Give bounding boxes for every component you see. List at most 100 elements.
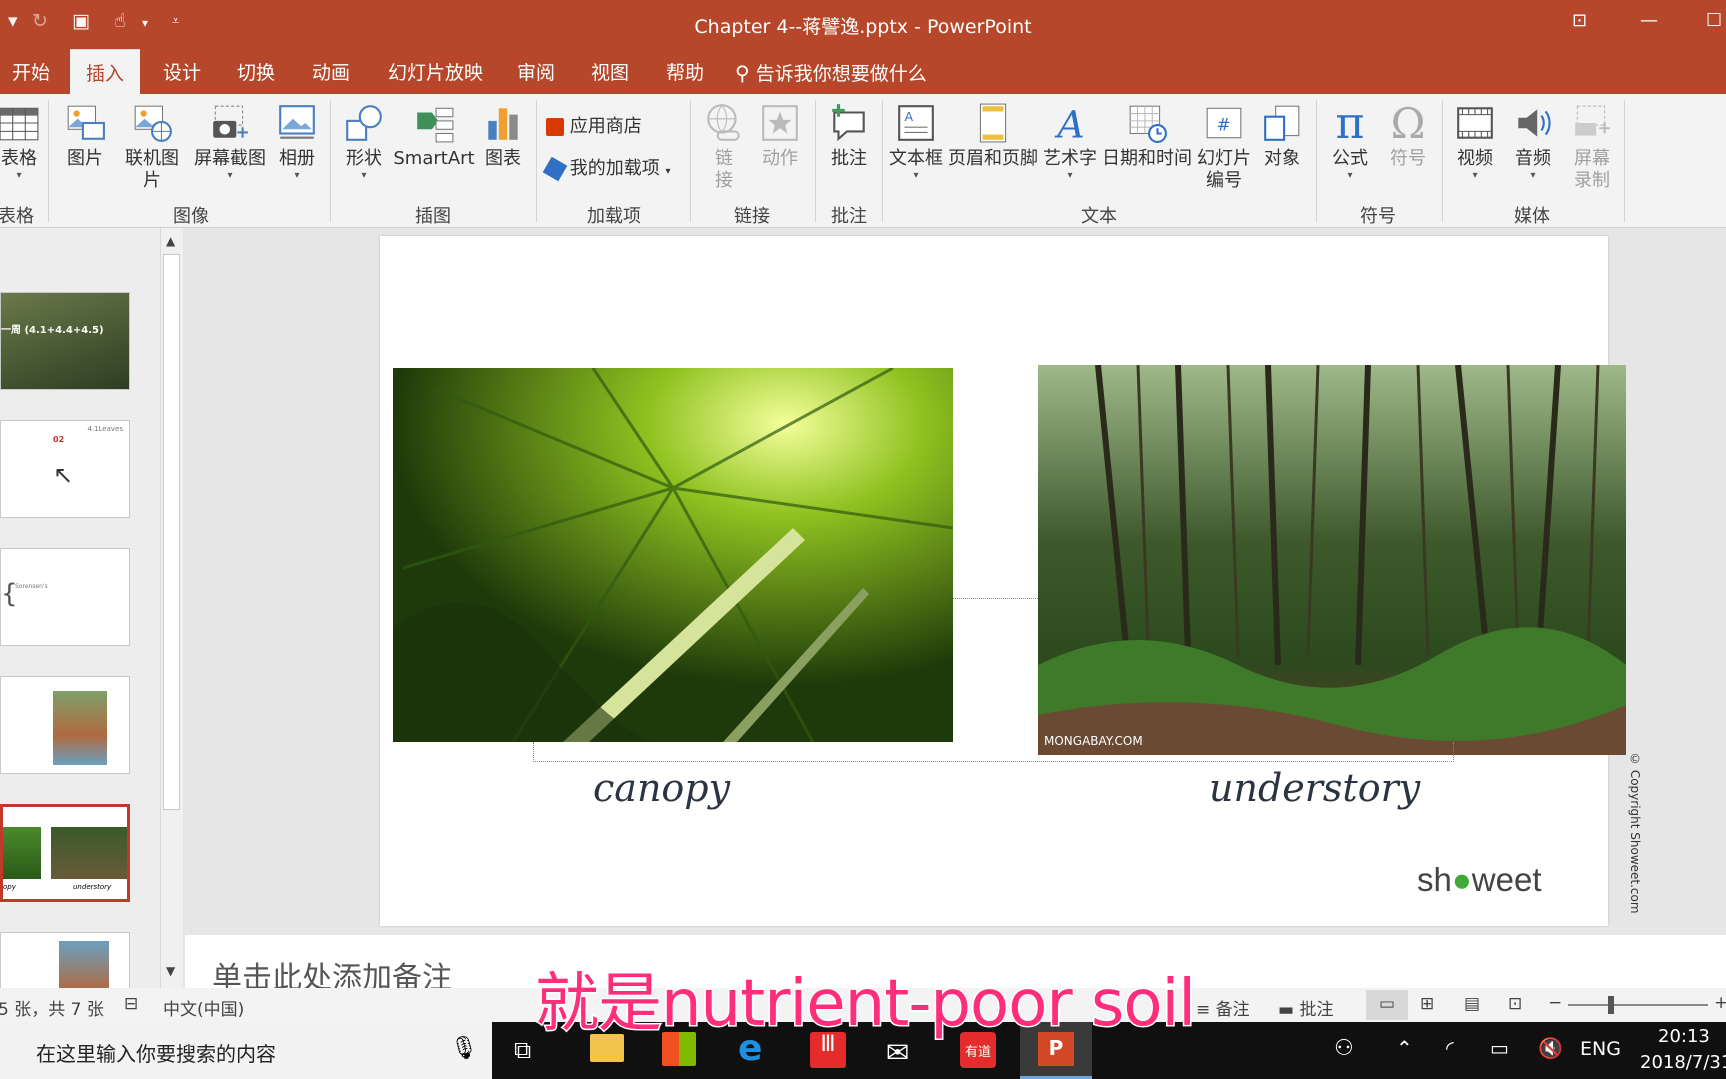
slide-thumbnail-1[interactable]: 一周 (4.1+4.4+4.5) [0,292,130,390]
action-star-icon [762,105,798,141]
wordart-button[interactable]: A 艺术字 ▾ [1042,102,1098,182]
canopy-caption[interactable]: canopy [593,766,730,810]
canopy-photo[interactable] [393,368,953,742]
ribbon-display-options-icon[interactable]: ⊡ [1572,10,1587,31]
window-title: Chapter 4--蒋譬逸.pptx - PowerPoint [694,16,1032,38]
zoom-slider[interactable] [1568,996,1708,1014]
copyright-vertical: © Copyright Showeet.com [1628,752,1642,914]
tab-home[interactable]: 开始 [12,58,50,85]
link-button[interactable]: 链 接 [700,102,748,192]
input-language[interactable]: ENG [1580,1038,1621,1060]
comments-toggle[interactable]: ▬ 批注 [1278,995,1333,1020]
zoom-slider-thumb[interactable] [1608,996,1614,1014]
comment-button[interactable]: 批注 [825,102,873,170]
group-media-label: 媒体 [1514,206,1550,227]
action-button[interactable]: 动作 [756,102,804,170]
group-images-label: 图像 [173,206,209,227]
omega-icon: Ω [1390,99,1426,148]
slide-thumbnail-3[interactable]: { Sorensen's [0,548,130,646]
thumb-title: 一周 (4.1+4.4+4.5) [1,325,104,336]
spellcheck-icon[interactable]: ⊟ [124,994,138,1014]
battery-icon[interactable]: ▭ [1490,1036,1509,1060]
maximize-icon[interactable]: ☐ [1706,10,1722,31]
screen-recording-icon [1575,105,1610,136]
reading-view-icon[interactable]: ▤ [1464,994,1480,1014]
table-icon [0,107,39,141]
tell-me-label: 告诉我你想要做什么 [755,63,927,85]
scroll-down-icon[interactable]: ▼ [166,964,175,978]
smartart-button[interactable]: SmartArt [392,102,476,170]
taskbar-search-box[interactable]: 在这里输入你要搜索的内容 🎙 [0,1022,492,1079]
tab-slideshow[interactable]: 幻灯片放映 [388,58,483,85]
slide-number-button[interactable]: # 幻灯片 编号 [1196,102,1252,192]
tab-transitions[interactable]: 切换 [237,58,275,85]
my-addins-button[interactable]: 我的加载项 ▾ [542,154,671,182]
slideshow-view-icon[interactable]: ⊡ [1508,994,1522,1014]
tab-insert[interactable]: 插入 [70,49,141,94]
slide-thumbnail-6[interactable] [0,932,130,992]
thumbnail-scrollbar[interactable]: ▲ ▼ [160,228,183,988]
picture-button[interactable]: 图片 [60,102,110,170]
taskbar-search-placeholder: 在这里输入你要搜索的内容 [36,1042,276,1066]
screen-recording-button[interactable]: 屏幕 录制 [1566,102,1618,192]
store-icon [546,118,564,136]
textbox-icon: A [898,105,934,141]
clock-time[interactable]: 20:13 [1658,1026,1710,1047]
zoom-in-icon[interactable]: + [1714,993,1726,1013]
object-button[interactable]: 对象 [1258,102,1306,170]
tab-view[interactable]: 视图 [591,58,629,85]
people-icon[interactable]: ⚇ [1334,1036,1354,1061]
ribbon-insert: 表格 ▾ 表格 图片 联机图片 屏幕截图 ▾ 相册 ▾ 图像 形状 ▾ SmartArt… [0,94,1726,228]
slide-thumbnail-5-selected[interactable]: opy understory [0,804,130,902]
online-pictures-button[interactable]: 联机图片 [117,102,187,192]
equation-button[interactable]: π 公式 ▾ [1324,102,1376,182]
table-button[interactable]: 表格 ▾ [0,102,42,182]
slide-canvas[interactable]: MONGABAY.COM canopy understory sh●weet [380,236,1626,926]
notes-toggle[interactable]: ≡ 备注 [1196,995,1250,1020]
understory-photo[interactable]: MONGABAY.COM [1038,365,1626,755]
slide-thumbnail-2[interactable]: 4.1Leaves 02 ↖ [0,420,130,518]
slide-thumbnail-4[interactable] [0,676,130,774]
screenshot-icon [213,105,248,138]
wifi-icon[interactable]: ◜ [1446,1036,1454,1060]
video-button[interactable]: 视频 ▾ [1450,102,1500,182]
task-view-icon[interactable]: ⧉ [514,1036,531,1064]
screenshot-button[interactable]: 屏幕截图 ▾ [192,102,268,182]
comment-icon [832,104,865,142]
minimize-icon[interactable]: — [1640,10,1658,31]
shapes-button[interactable]: 形状 ▾ [340,102,388,182]
object-icon [1264,105,1300,141]
chart-button[interactable]: 图表 [480,102,526,170]
language-indicator[interactable]: 中文(中国) [163,995,244,1020]
scroll-up-icon[interactable]: ▲ [166,234,175,248]
store-button[interactable]: 应用商店 [546,112,642,138]
tab-review[interactable]: 审阅 [517,58,555,85]
volume-mute-icon[interactable]: 🔇 [1538,1036,1563,1060]
symbol-button[interactable]: Ω 符号 [1382,102,1434,170]
thumb-number: 02 [53,435,65,444]
tab-animations[interactable]: 动画 [312,58,350,85]
photo-album-button[interactable]: 相册 ▾ [274,102,320,182]
selection-connector-line [953,598,1038,599]
date-time-button[interactable]: 日期和时间 [1100,102,1194,170]
clock-date[interactable]: 2018/7/31 [1640,1052,1726,1073]
normal-view-icon[interactable]: ▭ [1366,990,1408,1020]
tab-design[interactable]: 设计 [163,58,201,85]
audio-button[interactable]: 音频 ▾ [1508,102,1558,182]
speaker-icon [1518,109,1551,137]
tell-me-search[interactable]: ⚲ 告诉我你想要做什么 [735,59,927,86]
tray-chevron-icon[interactable]: ⌃ [1396,1036,1413,1060]
header-footer-button[interactable]: 页眉和页脚 [946,102,1040,170]
slide-sorter-icon[interactable]: ⊞ [1420,994,1434,1014]
tab-help[interactable]: 帮助 [666,58,704,85]
pi-icon: π [1335,98,1365,149]
group-illustrations-label: 插图 [415,206,451,227]
online-picture-icon [134,105,172,142]
understory-caption[interactable]: understory [1209,766,1420,810]
shapes-icon [346,105,382,141]
zoom-out-icon[interactable]: − [1548,993,1562,1013]
scroll-thumb[interactable] [163,254,180,810]
textbox-button[interactable]: A 文本框 ▾ [888,102,944,182]
svg-text:#: # [1217,114,1231,134]
microphone-icon[interactable]: 🎙 [450,1036,478,1061]
